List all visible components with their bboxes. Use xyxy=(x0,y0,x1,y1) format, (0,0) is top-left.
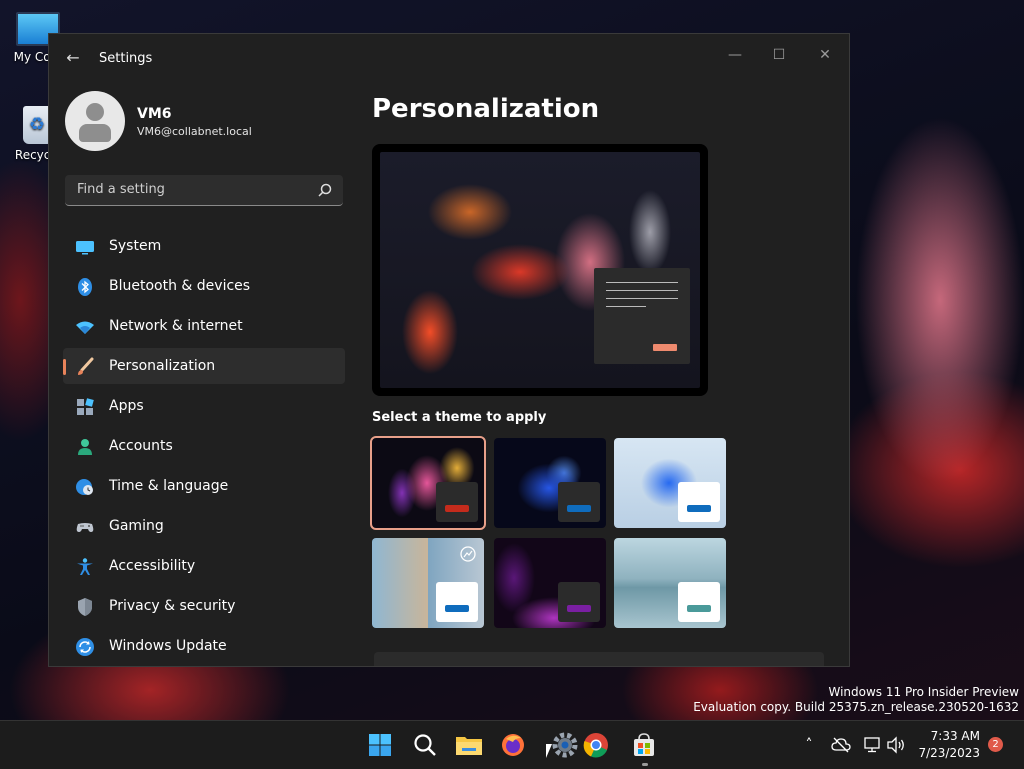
mouse-cursor xyxy=(546,744,552,758)
sidebar-item-label: Network & internet xyxy=(109,318,243,334)
spotlight-camera-icon xyxy=(460,546,476,562)
system-icon xyxy=(76,241,94,255)
themes-heading: Select a theme to apply xyxy=(372,410,547,425)
sidebar-item-label: System xyxy=(109,238,162,254)
watermark-line-2: Evaluation copy. Build 25375.zn_release.… xyxy=(693,700,1019,714)
search-icon xyxy=(318,183,332,197)
sidebar-item-gaming[interactable]: Gaming xyxy=(63,508,345,544)
sidebar-item-label: Accessibility xyxy=(109,558,196,574)
profile-name: VM6 xyxy=(137,106,172,122)
sidebar-nav: System Bluetooth & devices Network & int… xyxy=(63,228,345,666)
clock-date[interactable]: 7/23/2023 xyxy=(910,746,980,760)
theme-accent-1 xyxy=(445,505,469,512)
shield-icon xyxy=(78,598,92,616)
theme-accent-2 xyxy=(567,505,591,512)
theme-tile-2[interactable] xyxy=(494,438,606,528)
settings-window: ← Settings — ☐ ✕ VM6 VM6@collabnet.local… xyxy=(48,33,850,667)
theme-accent-3 xyxy=(687,505,711,512)
back-arrow-icon: ← xyxy=(66,48,80,67)
close-icon: ✕ xyxy=(819,47,831,63)
chevron-up-icon[interactable]: ˄ xyxy=(799,735,819,755)
profile-email: VM6@collabnet.local xyxy=(137,125,252,138)
volume-icon[interactable] xyxy=(886,735,906,755)
close-button[interactable]: ✕ xyxy=(811,42,839,68)
theme-tile-1[interactable] xyxy=(370,436,486,530)
theme-card-5 xyxy=(558,582,600,622)
bluetooth-icon xyxy=(78,278,92,296)
minimize-icon: — xyxy=(728,47,742,63)
update-icon xyxy=(76,638,94,656)
gamepad-icon xyxy=(76,523,94,532)
start-icon[interactable] xyxy=(364,729,396,761)
theme-accent-6 xyxy=(687,605,711,612)
theme-accent-5 xyxy=(567,605,591,612)
back-button[interactable]: ← xyxy=(63,48,83,68)
theme-card-6 xyxy=(678,582,720,622)
wifi-icon xyxy=(76,321,94,334)
apps-icon xyxy=(77,398,94,415)
accessibility-icon xyxy=(77,558,93,575)
file-explorer-icon[interactable] xyxy=(453,729,485,761)
taskbar: ˄ 7:33 AM 7/23/2023 2 xyxy=(0,720,1024,769)
theme-tile-3[interactable] xyxy=(614,438,726,528)
search-input[interactable] xyxy=(75,181,309,198)
theme-card-3 xyxy=(678,482,720,522)
sidebar-item-windows-update[interactable]: Windows Update xyxy=(63,628,345,664)
page-title: Personalization xyxy=(372,94,600,124)
sidebar-item-personalization[interactable]: Personalization xyxy=(63,348,345,384)
clock-time[interactable]: 7:33 AM xyxy=(910,729,980,743)
search-box[interactable] xyxy=(65,175,343,206)
minimize-button[interactable]: — xyxy=(721,42,749,68)
sidebar-item-label: Apps xyxy=(109,398,144,414)
theme-tile-4[interactable] xyxy=(372,538,484,628)
accounts-icon xyxy=(78,439,92,455)
theme-card-2 xyxy=(558,482,600,522)
sidebar-item-label: Windows Update xyxy=(109,638,227,654)
theme-card-4 xyxy=(436,582,478,622)
settings-gear-icon[interactable] xyxy=(549,729,581,761)
theme-accent-4 xyxy=(445,605,469,612)
theme-tile-6[interactable] xyxy=(614,538,726,628)
sidebar-item-system[interactable]: System xyxy=(63,228,345,264)
cloud-off-icon[interactable] xyxy=(831,735,851,755)
notification-badge[interactable]: 2 xyxy=(988,737,1003,752)
sidebar-item-time-language[interactable]: Time & language xyxy=(63,468,345,504)
chrome-icon[interactable] xyxy=(580,729,612,761)
theme-card-1 xyxy=(436,482,478,522)
sidebar-item-accounts[interactable]: Accounts xyxy=(63,428,345,464)
sidebar-item-apps[interactable]: Apps xyxy=(63,388,345,424)
firefox-icon[interactable] xyxy=(497,729,529,761)
theme-tile-5[interactable] xyxy=(494,538,606,628)
search-icon[interactable] xyxy=(409,729,441,761)
sidebar-item-label: Bluetooth & devices xyxy=(109,278,251,294)
maximize-icon: ☐ xyxy=(772,47,786,63)
running-app-indicator xyxy=(642,763,648,766)
globe-clock-icon xyxy=(76,479,93,495)
maximize-button[interactable]: ☐ xyxy=(765,42,793,68)
sidebar-item-label: Time & language xyxy=(109,478,229,494)
avatar[interactable] xyxy=(65,91,125,151)
sidebar-item-bluetooth[interactable]: Bluetooth & devices xyxy=(63,268,345,304)
brush-icon xyxy=(78,357,94,375)
sidebar-item-network[interactable]: Network & internet xyxy=(63,308,345,344)
network-icon[interactable] xyxy=(863,735,883,755)
title-bar[interactable]: ← Settings — ☐ ✕ xyxy=(49,34,849,82)
sidebar-item-accessibility[interactable]: Accessibility xyxy=(63,548,345,584)
evaluation-watermark: Windows 11 Pro Insider Preview Evaluatio… xyxy=(693,685,1019,715)
next-settings-row xyxy=(374,652,824,666)
sidebar-item-label: Privacy & security xyxy=(109,598,236,614)
theme-preview xyxy=(372,144,708,396)
sidebar-item-label: Personalization xyxy=(109,358,216,374)
preview-window-mock xyxy=(594,268,690,364)
sidebar-item-privacy-security[interactable]: Privacy & security xyxy=(63,588,345,624)
window-title: Settings xyxy=(99,51,153,66)
sidebar-item-label: Gaming xyxy=(109,518,164,534)
sidebar-item-label: Accounts xyxy=(109,438,173,454)
watermark-line-1: Windows 11 Pro Insider Preview xyxy=(828,685,1019,699)
store-icon[interactable] xyxy=(628,729,660,761)
